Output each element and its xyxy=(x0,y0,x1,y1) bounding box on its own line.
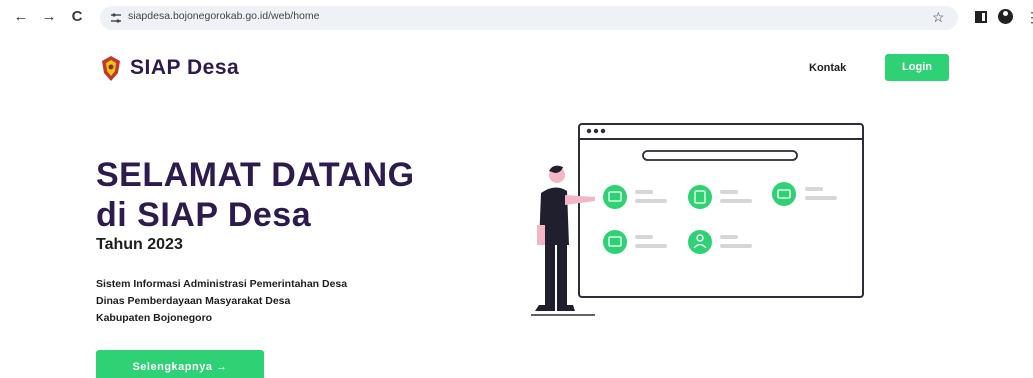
hero-illustration xyxy=(531,123,864,316)
hero-title-line2: di SIAP Desa xyxy=(96,196,312,234)
hero-year: Tahun 2023 xyxy=(96,236,183,253)
brand-name[interactable]: SIAP Desa xyxy=(130,56,239,80)
reload-icon[interactable]: C xyxy=(68,8,86,26)
url-text: siapdesa.bojonegorokab.go.id/web/home xyxy=(128,10,320,22)
user-icon xyxy=(688,230,712,254)
mail-icon xyxy=(772,182,796,206)
address-bar[interactable]: siapdesa.bojonegorokab.go.id/web/home xyxy=(100,6,958,30)
document-icon xyxy=(688,185,712,209)
hero-desc-line2: Dinas Pemberdayaan Masyarakat Desa xyxy=(96,295,291,307)
more-menu-icon[interactable]: ⋮ xyxy=(1025,9,1033,26)
login-button[interactable]: Login xyxy=(885,54,949,81)
hero-desc-line3: Kabupaten Bojonegoro xyxy=(96,312,213,324)
illustration-browser-window xyxy=(578,123,864,298)
browser-toolbar: ← → C siapdesa.bojonegorokab.go.id/web/h… xyxy=(0,0,1033,36)
hero-title-line1: SELAMAT DATANG xyxy=(96,156,415,194)
selengkapnya-button[interactable]: Selengkapnya → xyxy=(96,350,264,378)
hero-description: Sistem Informasi Administrasi Pemerintah… xyxy=(96,276,347,327)
profile-icon[interactable] xyxy=(998,9,1013,24)
back-icon[interactable]: ← xyxy=(12,8,30,26)
image-icon xyxy=(603,230,627,254)
folder-icon xyxy=(603,185,627,209)
bookmark-star-icon[interactable]: ☆ xyxy=(932,8,945,26)
side-panel-icon[interactable] xyxy=(975,11,987,23)
site-settings-icon[interactable] xyxy=(110,12,122,24)
logo-icon[interactable] xyxy=(100,55,122,82)
nav-link-kontak[interactable]: Kontak xyxy=(809,62,846,74)
hero-desc-line1: Sistem Informasi Administrasi Pemerintah… xyxy=(96,278,348,290)
illustration-search-bar xyxy=(642,150,798,161)
forward-icon[interactable]: → xyxy=(40,8,58,26)
